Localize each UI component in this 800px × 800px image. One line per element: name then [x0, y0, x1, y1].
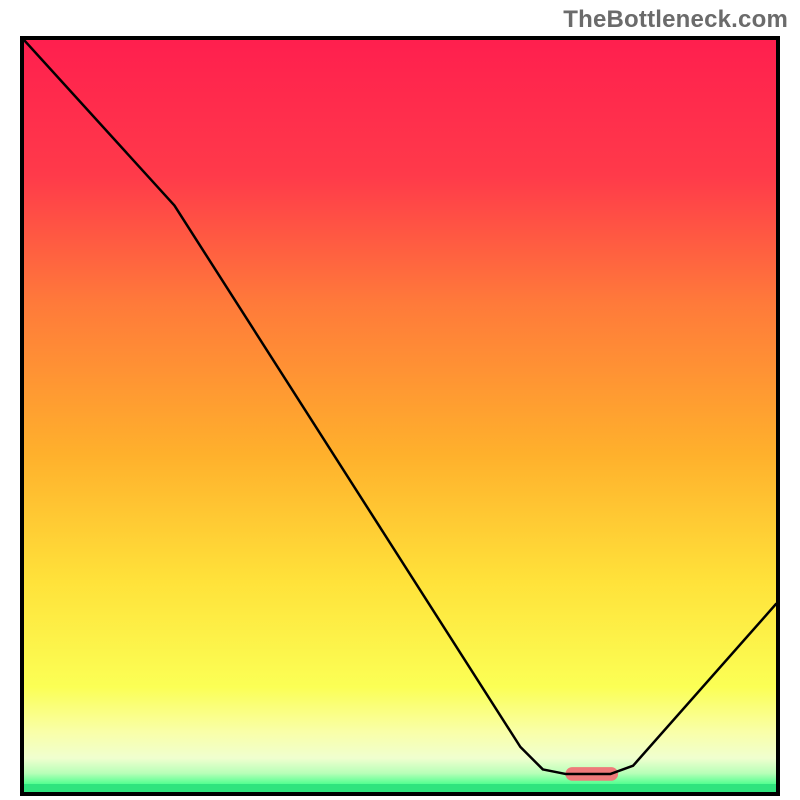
plot-frame — [20, 36, 780, 796]
curve-layer — [24, 40, 776, 792]
chart-container: TheBottleneck.com — [0, 0, 800, 800]
plot-area — [24, 40, 776, 792]
bottleneck-curve — [24, 40, 776, 774]
watermark-text: TheBottleneck.com — [563, 6, 788, 34]
